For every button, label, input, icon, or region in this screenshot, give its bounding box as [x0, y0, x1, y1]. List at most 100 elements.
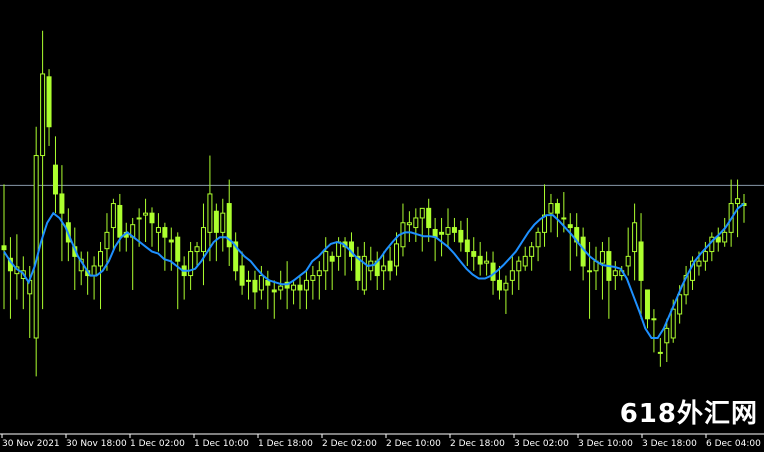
candle	[149, 207, 155, 247]
candle-body	[110, 203, 116, 229]
candle-body	[1, 245, 7, 251]
x-tick-label: 3 Dec 02:00	[514, 439, 569, 449]
candle	[368, 246, 374, 281]
candle-body	[98, 251, 104, 267]
candle	[252, 270, 258, 310]
candle-body	[664, 327, 670, 344]
candle	[503, 275, 509, 314]
candle	[657, 337, 663, 367]
candle-body	[419, 207, 425, 219]
candle	[387, 246, 393, 281]
candle-body	[612, 270, 618, 277]
candle	[1, 184, 7, 310]
candle-body	[445, 227, 451, 235]
candle	[78, 251, 84, 286]
candle	[625, 227, 631, 276]
candle	[419, 207, 425, 252]
candle-body	[336, 241, 342, 257]
candle	[432, 217, 438, 262]
candle-body	[316, 270, 322, 277]
candle-body	[291, 284, 297, 291]
candle	[580, 227, 586, 281]
candle	[72, 227, 78, 290]
candle	[246, 270, 252, 300]
candle	[200, 203, 206, 286]
candle-body	[503, 282, 509, 291]
candle	[361, 241, 367, 295]
candle-body	[496, 279, 502, 291]
candle-body	[735, 198, 741, 205]
candle	[651, 309, 657, 353]
candle-body	[329, 255, 335, 262]
candle-body	[239, 265, 245, 286]
candle	[477, 241, 483, 276]
candle-body	[702, 251, 708, 262]
candle	[40, 30, 46, 310]
candle	[638, 213, 644, 319]
candle	[188, 241, 194, 290]
candle-body	[387, 260, 393, 272]
candle-body	[162, 227, 168, 238]
candle	[612, 261, 618, 290]
candle-body	[271, 289, 277, 293]
candle-body	[394, 243, 400, 267]
candle	[271, 280, 277, 319]
candle	[310, 265, 316, 300]
candle	[297, 275, 303, 310]
candle-body	[258, 275, 264, 291]
candle	[509, 256, 515, 295]
candle	[548, 193, 554, 233]
x-tick-label: 2 Dec 18:00	[450, 439, 505, 449]
candle	[709, 232, 715, 262]
candle	[194, 241, 200, 266]
candle	[606, 237, 612, 319]
candle-body	[638, 241, 644, 281]
candle-body	[599, 251, 605, 264]
candle	[599, 241, 605, 300]
candle	[181, 256, 187, 300]
candle-body	[471, 251, 477, 257]
candle	[329, 251, 335, 290]
candle-body	[52, 164, 58, 195]
candle-body	[439, 231, 445, 235]
candle	[413, 208, 419, 242]
candle	[155, 213, 161, 252]
candles-group	[1, 30, 747, 377]
candle	[143, 198, 149, 242]
candle-body	[310, 275, 316, 281]
candle	[381, 251, 387, 290]
candle	[683, 265, 689, 305]
x-tick-label: 2 Dec 02:00	[322, 439, 377, 449]
candle-body	[323, 251, 329, 272]
candle	[20, 256, 26, 310]
candle-body	[644, 289, 650, 320]
candle	[374, 251, 380, 290]
candle-body	[149, 212, 155, 224]
candle	[342, 237, 348, 276]
candle-body	[104, 231, 110, 250]
candle-body	[155, 227, 161, 233]
candle	[741, 193, 747, 223]
chart-window: 30 Nov 2021 30 Nov 18:00 1 Dec 02:00 1 Dec …	[0, 0, 764, 452]
candle-body	[117, 204, 123, 238]
candle-body	[252, 279, 258, 293]
x-tick-label: 3 Dec 10:00	[578, 439, 633, 449]
candle	[445, 208, 451, 247]
candle	[451, 217, 457, 242]
candle-body	[651, 318, 657, 321]
candle-body	[516, 260, 522, 272]
candle-body	[278, 285, 284, 291]
candle-body	[168, 239, 174, 243]
candle	[123, 222, 129, 252]
candle	[484, 251, 490, 276]
candle-body	[625, 255, 631, 267]
candle	[303, 270, 309, 310]
candle-body	[561, 217, 567, 220]
candle-body	[188, 251, 194, 277]
candle	[715, 227, 721, 252]
candle	[323, 237, 329, 290]
candle-body	[143, 212, 149, 216]
candle	[316, 261, 322, 300]
candle	[52, 136, 58, 214]
x-tick-label: 6 Dec 04:00	[706, 439, 761, 449]
